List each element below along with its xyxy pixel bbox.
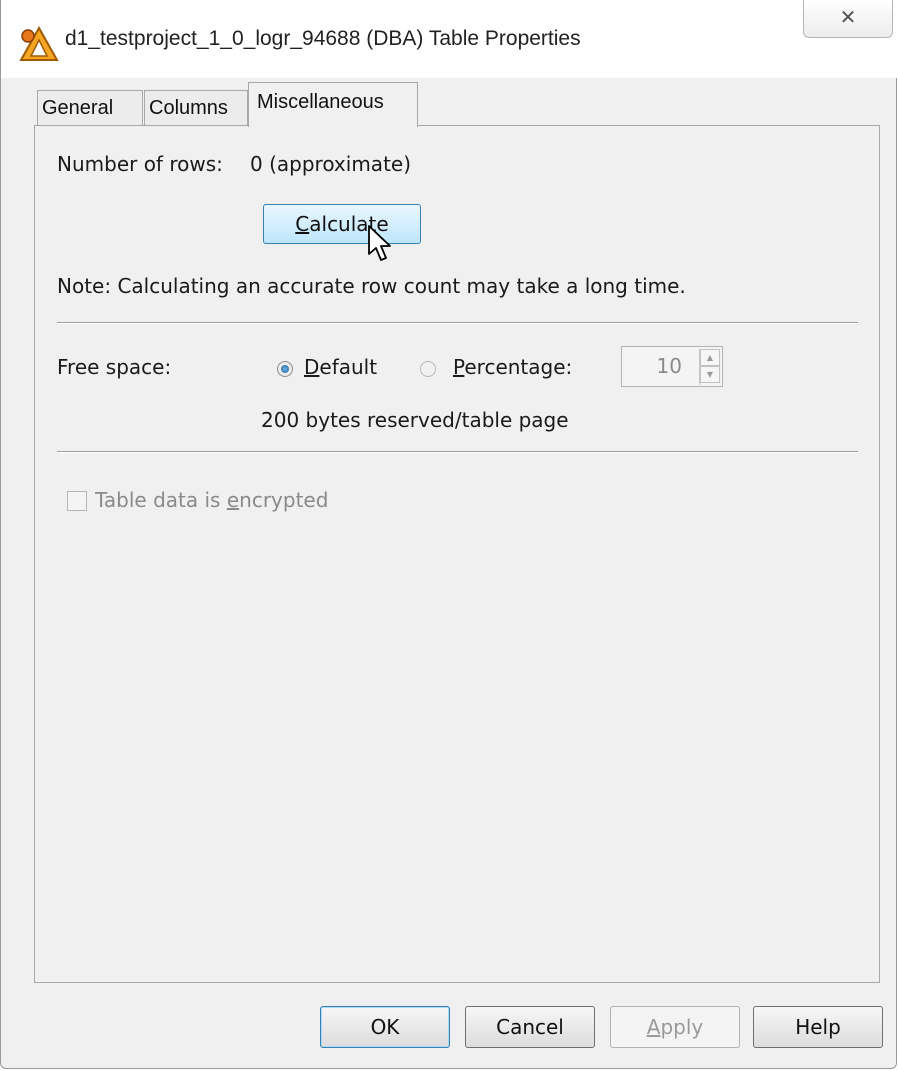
tab-miscellaneous-label: Miscellaneous [257,91,384,113]
help-label: Help [795,1015,841,1039]
encrypted-checkbox[interactable] [67,491,87,511]
apply-mnemonic: A [646,1015,661,1039]
help-button[interactable]: Help [753,1006,883,1048]
percentage-spinner[interactable]: 10 ▲ ▼ [621,346,723,387]
encrypted-mnemonic: e [226,488,240,512]
default-mnemonic: D [304,355,320,379]
title-bar[interactable]: d1_testproject_1_0_logr_94688 (DBA) Tabl… [1,0,898,78]
spinner-buttons: ▲ ▼ [699,349,720,385]
apply-button[interactable]: Apply [610,1006,740,1048]
cancel-label: Cancel [496,1015,564,1039]
percentage-mnemonic: P [453,355,465,379]
tab-columns[interactable]: Columns [144,90,248,126]
tab-miscellaneous[interactable]: Miscellaneous [248,82,418,127]
default-radio[interactable] [277,361,293,377]
apply-label: pply [660,1015,704,1039]
encrypted-checkbox-label[interactable]: Table data is encrypted [95,488,328,512]
spin-down-icon[interactable]: ▼ [700,366,720,383]
tab-general[interactable]: General [37,90,143,126]
default-label-text: efault [319,355,378,379]
tab-general-label: General [42,97,114,119]
encrypted-label-before: Table data is [95,488,227,512]
window-title: d1_testproject_1_0_logr_94688 (DBA) Tabl… [65,27,581,50]
tab-strip: General Columns Miscellaneous [1,80,898,127]
close-button[interactable]: ✕ [803,0,893,38]
cancel-button[interactable]: Cancel [465,1006,595,1048]
calculate-mnemonic: C [295,212,310,236]
percentage-value: 10 [656,354,682,378]
percentage-radio-label[interactable]: Percentage: [453,355,572,379]
tab-columns-label: Columns [149,97,228,119]
number-of-rows-label: Number of rows: [57,152,223,176]
percentage-radio[interactable] [420,361,436,377]
number-of-rows-value: 0 (approximate) [250,152,412,176]
free-space-label: Free space: [57,355,172,379]
row-count-note: Note: Calculating an accurate row count … [57,274,686,298]
close-icon: ✕ [839,5,857,29]
encrypted-label-after: ncrypted [239,488,329,512]
calculate-button[interactable]: Calculate [263,204,421,244]
spin-up-icon[interactable]: ▲ [700,349,720,366]
table-properties-dialog: d1_testproject_1_0_logr_94688 (DBA) Tabl… [0,0,898,1069]
reserved-bytes-text: 200 bytes reserved/table page [261,408,569,432]
separator-1 [57,322,858,324]
miscellaneous-panel: Number of rows: 0 (approximate) Calculat… [34,125,880,983]
ok-button[interactable]: OK [320,1006,450,1048]
percentage-label-text: ercentage: [464,355,573,379]
default-radio-label[interactable]: Default [304,355,377,379]
sybase-app-icon [19,26,59,61]
ok-label: OK [370,1015,400,1039]
mouse-pointer-icon [368,225,391,261]
separator-2 [57,451,858,453]
